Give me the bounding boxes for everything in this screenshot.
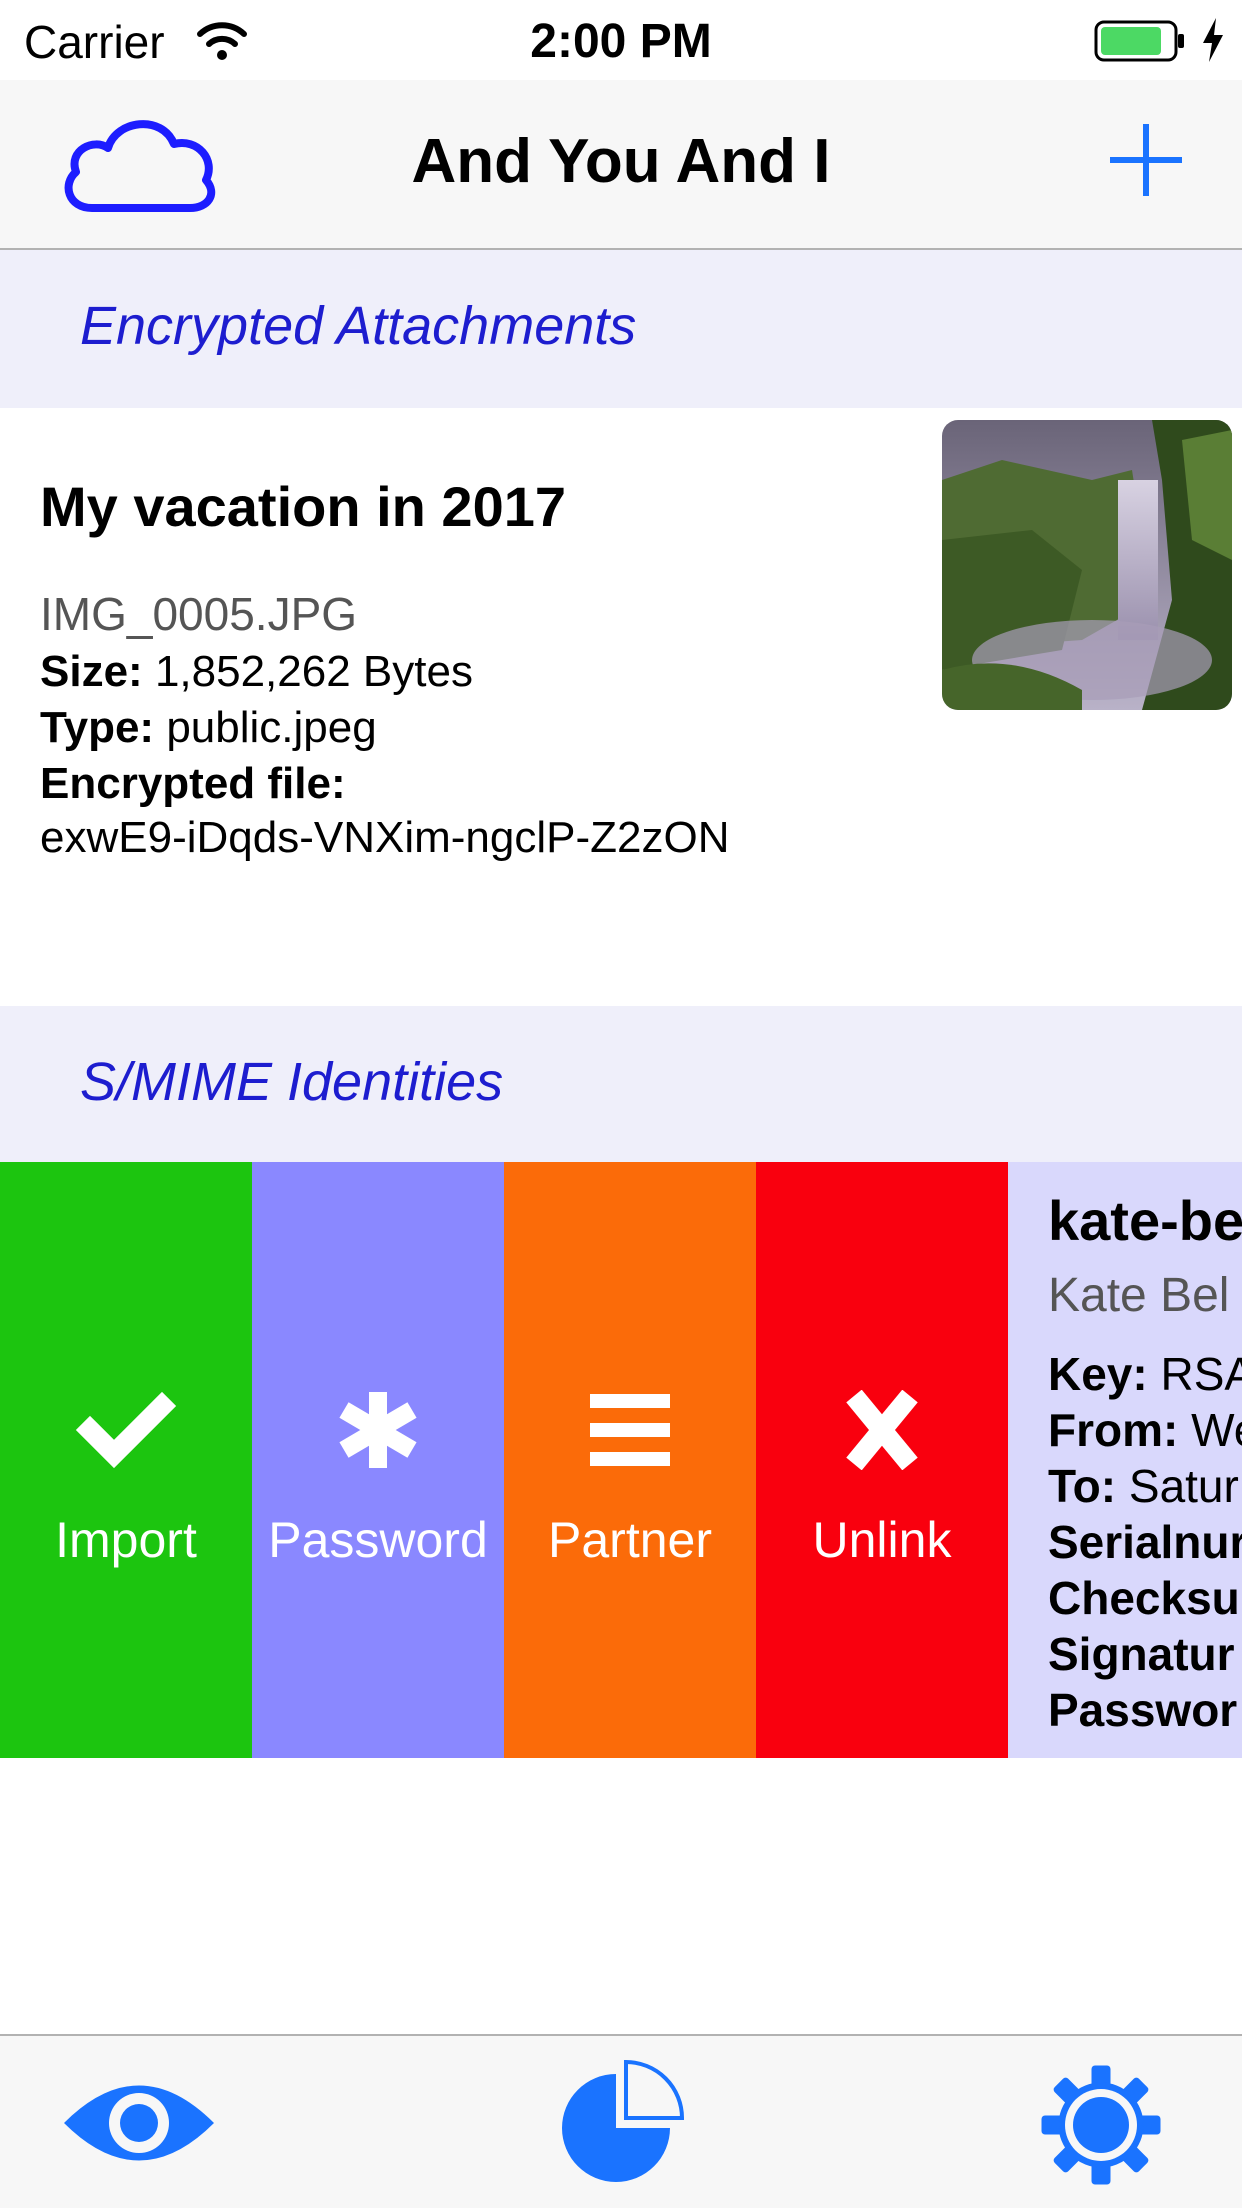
navigation-bar: And You And I <box>0 80 1242 250</box>
eye-icon[interactable] <box>60 2068 218 2178</box>
section-title: Encrypted Attachments <box>80 296 637 356</box>
checkmark-icon <box>75 1391 177 1469</box>
identity-signature: Signatur <box>1048 1628 1235 1680</box>
attachment-filename: IMG_0005.JPG <box>40 588 358 640</box>
type-label: Type: <box>40 703 155 752</box>
identity-to: To: Satur <box>1048 1460 1239 1512</box>
clock: 2:00 PM <box>530 15 712 68</box>
size-label: Size: <box>40 647 143 696</box>
unlink-label: Unlink <box>812 1512 952 1568</box>
gear-icon[interactable] <box>1040 2064 1162 2186</box>
section-header-identities: S/MIME Identities <box>0 1006 1242 1162</box>
import-label: Import <box>55 1512 197 1568</box>
list-icon <box>590 1394 670 1466</box>
charging-icon <box>1203 18 1223 62</box>
identity-fullname: Kate Bel <box>1048 1269 1230 1322</box>
nav-title: And You And I <box>411 127 831 196</box>
identity-name: kate-be <box>1048 1189 1242 1252</box>
asterisk-icon <box>339 1392 417 1468</box>
identity-serial: Serialnur <box>1048 1516 1242 1568</box>
identity-row[interactable]: Import Password Partner Unlink kate-be K… <box>0 1162 1242 1758</box>
encrypted-file-label: Encrypted file: <box>40 759 346 808</box>
status-bar: Carrier 2:00 PM <box>0 0 1242 80</box>
password-label: Password <box>268 1512 488 1568</box>
identity-from: From: We <box>1048 1404 1242 1456</box>
import-button[interactable]: Import <box>0 1162 252 1758</box>
partner-button[interactable]: Partner <box>504 1162 756 1758</box>
attachment-size: Size: 1,852,262 Bytes <box>40 644 473 700</box>
identity-checksum: Checksu <box>1048 1572 1240 1624</box>
attachment-type: Type: public.jpeg <box>40 700 377 756</box>
identity-cell[interactable]: kate-be Kate Bel Key: RSA From: We To: S… <box>1008 1162 1242 1758</box>
pie-chart-icon[interactable] <box>556 2058 686 2188</box>
identity-key: Key: RSA <box>1048 1348 1242 1400</box>
type-value: public.jpeg <box>166 703 377 752</box>
attachment-thumbnail[interactable] <box>942 420 1232 710</box>
size-value: 1,852,262 Bytes <box>154 647 473 696</box>
attachment-row[interactable]: My vacation in 2017 IMG_0005.JPG Size: 1… <box>0 408 1242 1006</box>
attachment-title: My vacation in 2017 <box>40 475 567 538</box>
password-button[interactable]: Password <box>252 1162 504 1758</box>
section-title: S/MIME Identities <box>80 1052 504 1112</box>
partner-label: Partner <box>548 1512 712 1568</box>
section-header-attachments: Encrypted Attachments <box>0 250 1242 408</box>
battery-icon <box>1094 20 1184 62</box>
add-button[interactable] <box>1108 120 1184 200</box>
unlink-button[interactable]: Unlink <box>756 1162 1008 1758</box>
encrypted-file-value: exwE9-iDqds-VNXim-ngclP-Z2zON <box>40 813 730 862</box>
tab-bar <box>0 2034 1242 2208</box>
identity-password: Passwor <box>1048 1684 1238 1736</box>
cross-icon <box>846 1390 918 1470</box>
